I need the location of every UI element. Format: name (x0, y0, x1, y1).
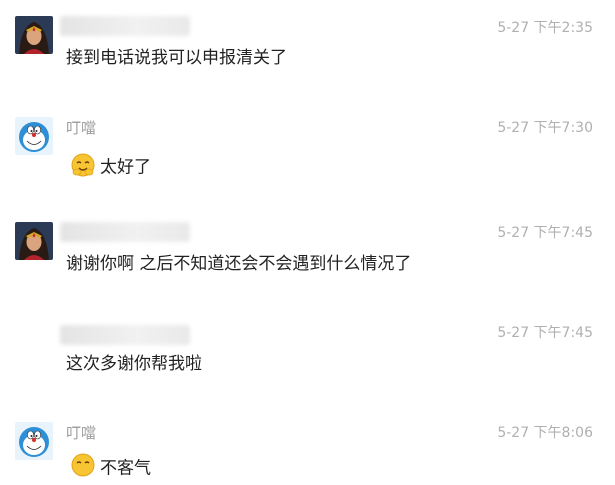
sender-name: 叮噹 (66, 119, 97, 137)
message-text: 太好了 (70, 151, 151, 184)
wonder-woman-icon (15, 16, 53, 54)
message-text: 不客气 (70, 452, 151, 485)
message-text: 谢谢你啊 之后不知道还会不会遇到什么情况了 (66, 254, 412, 274)
sender-name-obscured (60, 325, 190, 345)
giggle-emoji-icon (70, 151, 96, 184)
doraemon-avatar[interactable] (15, 422, 53, 460)
message-text-content: 太好了 (100, 157, 151, 178)
message-timestamp: 5-27 下午7:45 (497, 225, 593, 241)
message-timestamp: 5-27 下午7:45 (497, 325, 593, 341)
doraemon-icon (15, 422, 53, 460)
message-text-content: 不客气 (100, 458, 151, 479)
sender-name: 叮噹 (66, 424, 97, 442)
sender-name-obscured (60, 16, 190, 36)
message-text: 接到电话说我可以申报清关了 (66, 48, 287, 68)
doraemon-icon (15, 117, 53, 155)
message-timestamp: 5-27 下午8:06 (497, 425, 593, 441)
message-timestamp: 5-27 下午7:30 (497, 120, 593, 136)
sender-name-obscured (60, 222, 190, 242)
smile-emoji-icon (70, 452, 96, 485)
message-timestamp: 5-27 下午2:35 (497, 20, 593, 36)
wonder-woman-avatar[interactable] (15, 16, 53, 54)
message-text: 这次多谢你帮我啦 (66, 354, 202, 374)
doraemon-avatar[interactable] (15, 117, 53, 155)
wonder-woman-icon (15, 222, 53, 260)
wonder-woman-avatar[interactable] (15, 222, 53, 260)
